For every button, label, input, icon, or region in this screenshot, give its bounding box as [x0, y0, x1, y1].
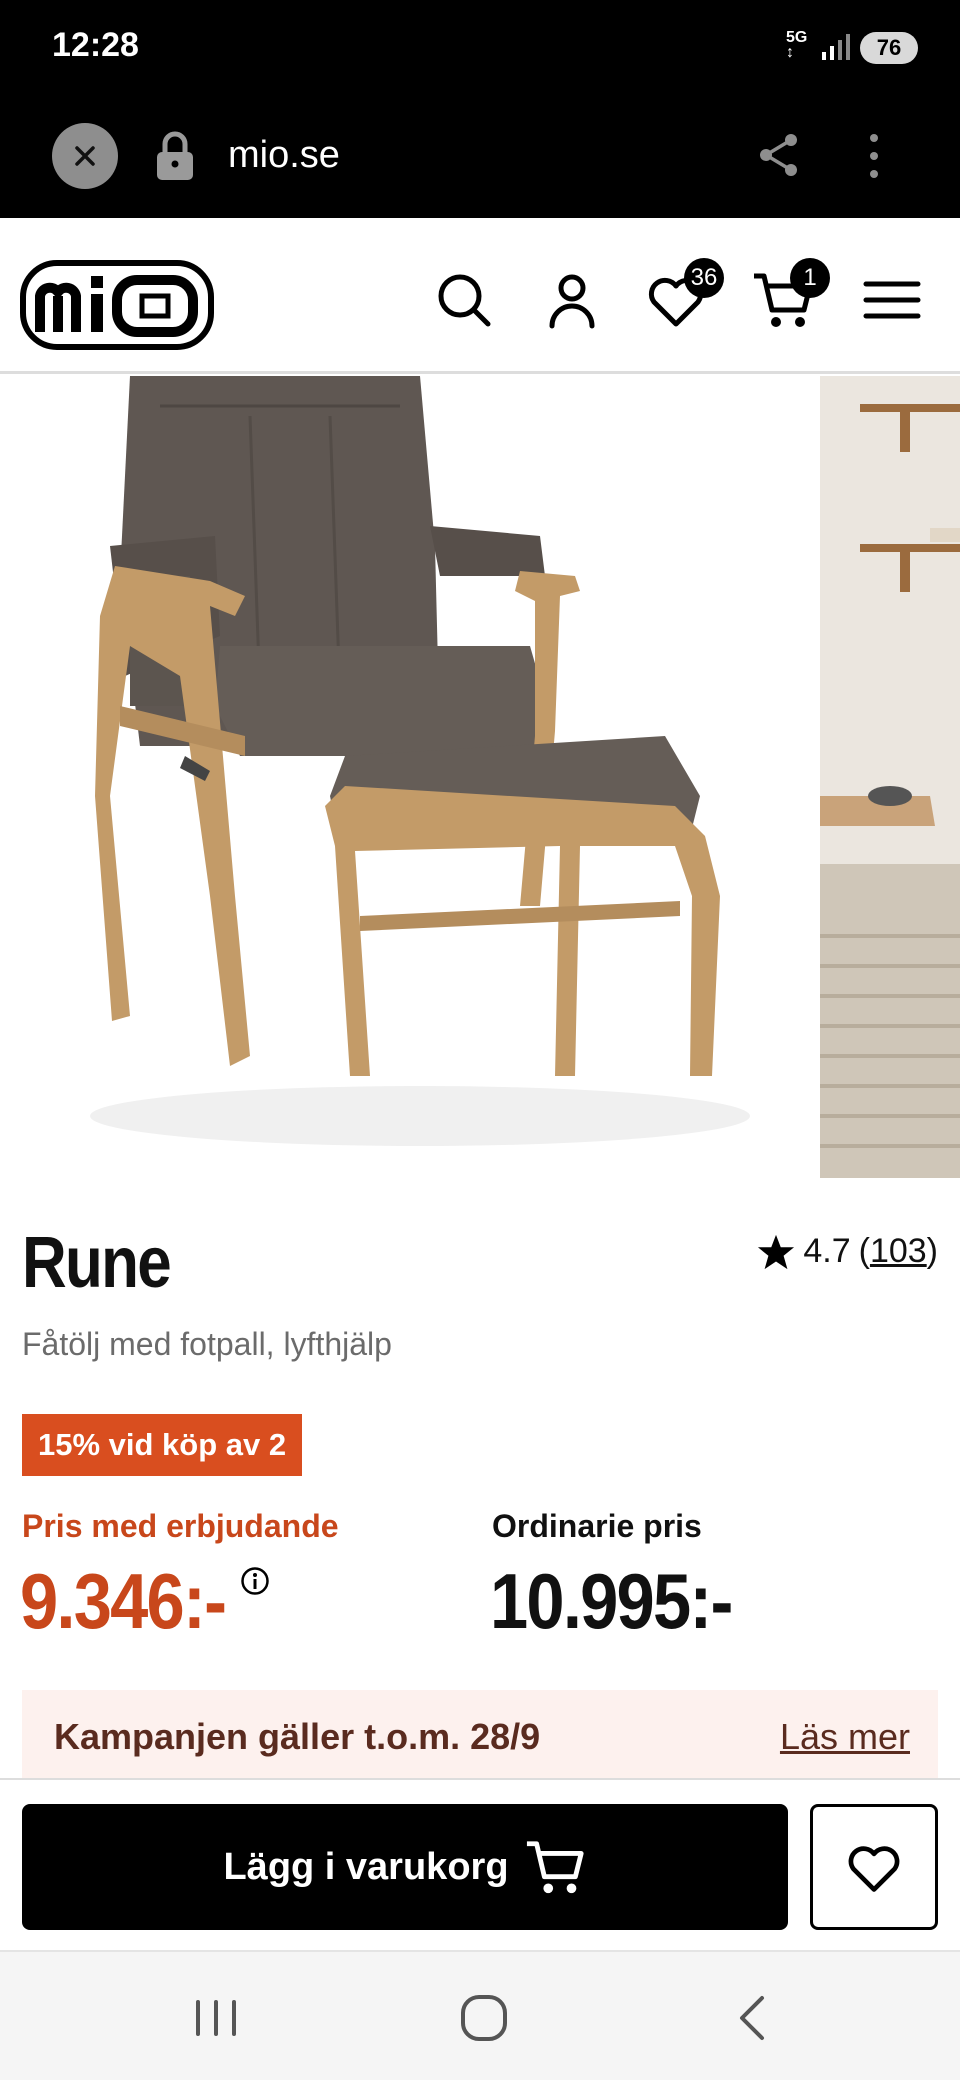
- close-icon: [75, 146, 95, 166]
- heart-icon: [848, 1846, 900, 1892]
- room-scene-image: [820, 376, 960, 1178]
- product-title: Rune: [22, 1223, 172, 1303]
- account-icon[interactable]: [540, 268, 604, 332]
- address-bar-url[interactable]: mio.se: [228, 134, 340, 177]
- regular-price: 10.995:-: [490, 1557, 733, 1645]
- offer-price-label: Pris med erbjudande: [22, 1508, 339, 1544]
- status-bar: 12:28 5G ↕ 76: [0, 0, 960, 100]
- star-icon: [758, 1234, 795, 1269]
- rating-value: 4.7: [803, 1232, 851, 1270]
- menu-hamburger-icon[interactable]: [860, 268, 924, 332]
- info-icon[interactable]: [240, 1566, 270, 1596]
- mio-logo[interactable]: [20, 260, 214, 350]
- campaign-text: Kampanjen gäller t.o.m. 28/9: [54, 1716, 541, 1757]
- campaign-banner: Kampanjen gäller t.o.m. 28/9 Läs mer: [22, 1690, 938, 1780]
- read-more-link[interactable]: Läs mer: [780, 1716, 910, 1758]
- add-to-cart-button[interactable]: Lägg i varukorg: [22, 1804, 788, 1930]
- home-icon[interactable]: [454, 1988, 514, 2048]
- sticky-purchase-bar: Lägg i varukorg: [0, 1778, 960, 1950]
- product-rating[interactable]: 4.7 (103): [757, 1232, 938, 1271]
- add-to-cart-label: Lägg i varukorg: [223, 1845, 509, 1888]
- product-subtitle: Fåtölj med fotpall, lyfthjälp: [22, 1326, 392, 1362]
- search-icon[interactable]: [432, 268, 496, 332]
- browser-toolbar: mio.se: [0, 100, 960, 218]
- lock-icon: [157, 131, 193, 180]
- product-image-main[interactable]: [0, 376, 812, 1178]
- back-icon[interactable]: [724, 1988, 784, 2048]
- cart-count-badge: 1: [790, 258, 830, 298]
- regular-price-label: Ordinarie pris: [492, 1508, 702, 1544]
- battery-icon: 76: [860, 32, 918, 64]
- more-options-icon[interactable]: [862, 128, 886, 184]
- close-tab-button[interactable]: [52, 123, 118, 189]
- promo-badge: 15% vid köp av 2: [22, 1414, 303, 1476]
- share-icon[interactable]: [756, 130, 802, 180]
- offer-price: 9.346:-: [20, 1557, 227, 1645]
- network-label: 5G: [786, 29, 808, 46]
- network-5g-icon: 5G ↕: [786, 29, 808, 61]
- site-header: 36 1: [0, 218, 960, 374]
- wishlist-count-badge: 36: [684, 258, 724, 298]
- cart-icon: [526, 1841, 584, 1894]
- system-navigation-bar: [0, 1950, 960, 2080]
- product-image-next[interactable]: [820, 376, 960, 1178]
- add-to-wishlist-button[interactable]: [810, 1804, 938, 1930]
- review-count-link[interactable]: (103): [859, 1232, 938, 1271]
- review-count[interactable]: 103: [870, 1232, 927, 1270]
- recent-apps-icon[interactable]: [186, 1988, 246, 2048]
- armchair-with-footstool-image: [90, 376, 750, 1146]
- status-time: 12:28: [52, 26, 139, 64]
- battery-level: 76: [876, 35, 902, 60]
- signal-icon: [822, 34, 850, 60]
- product-image-gallery[interactable]: [0, 376, 960, 1178]
